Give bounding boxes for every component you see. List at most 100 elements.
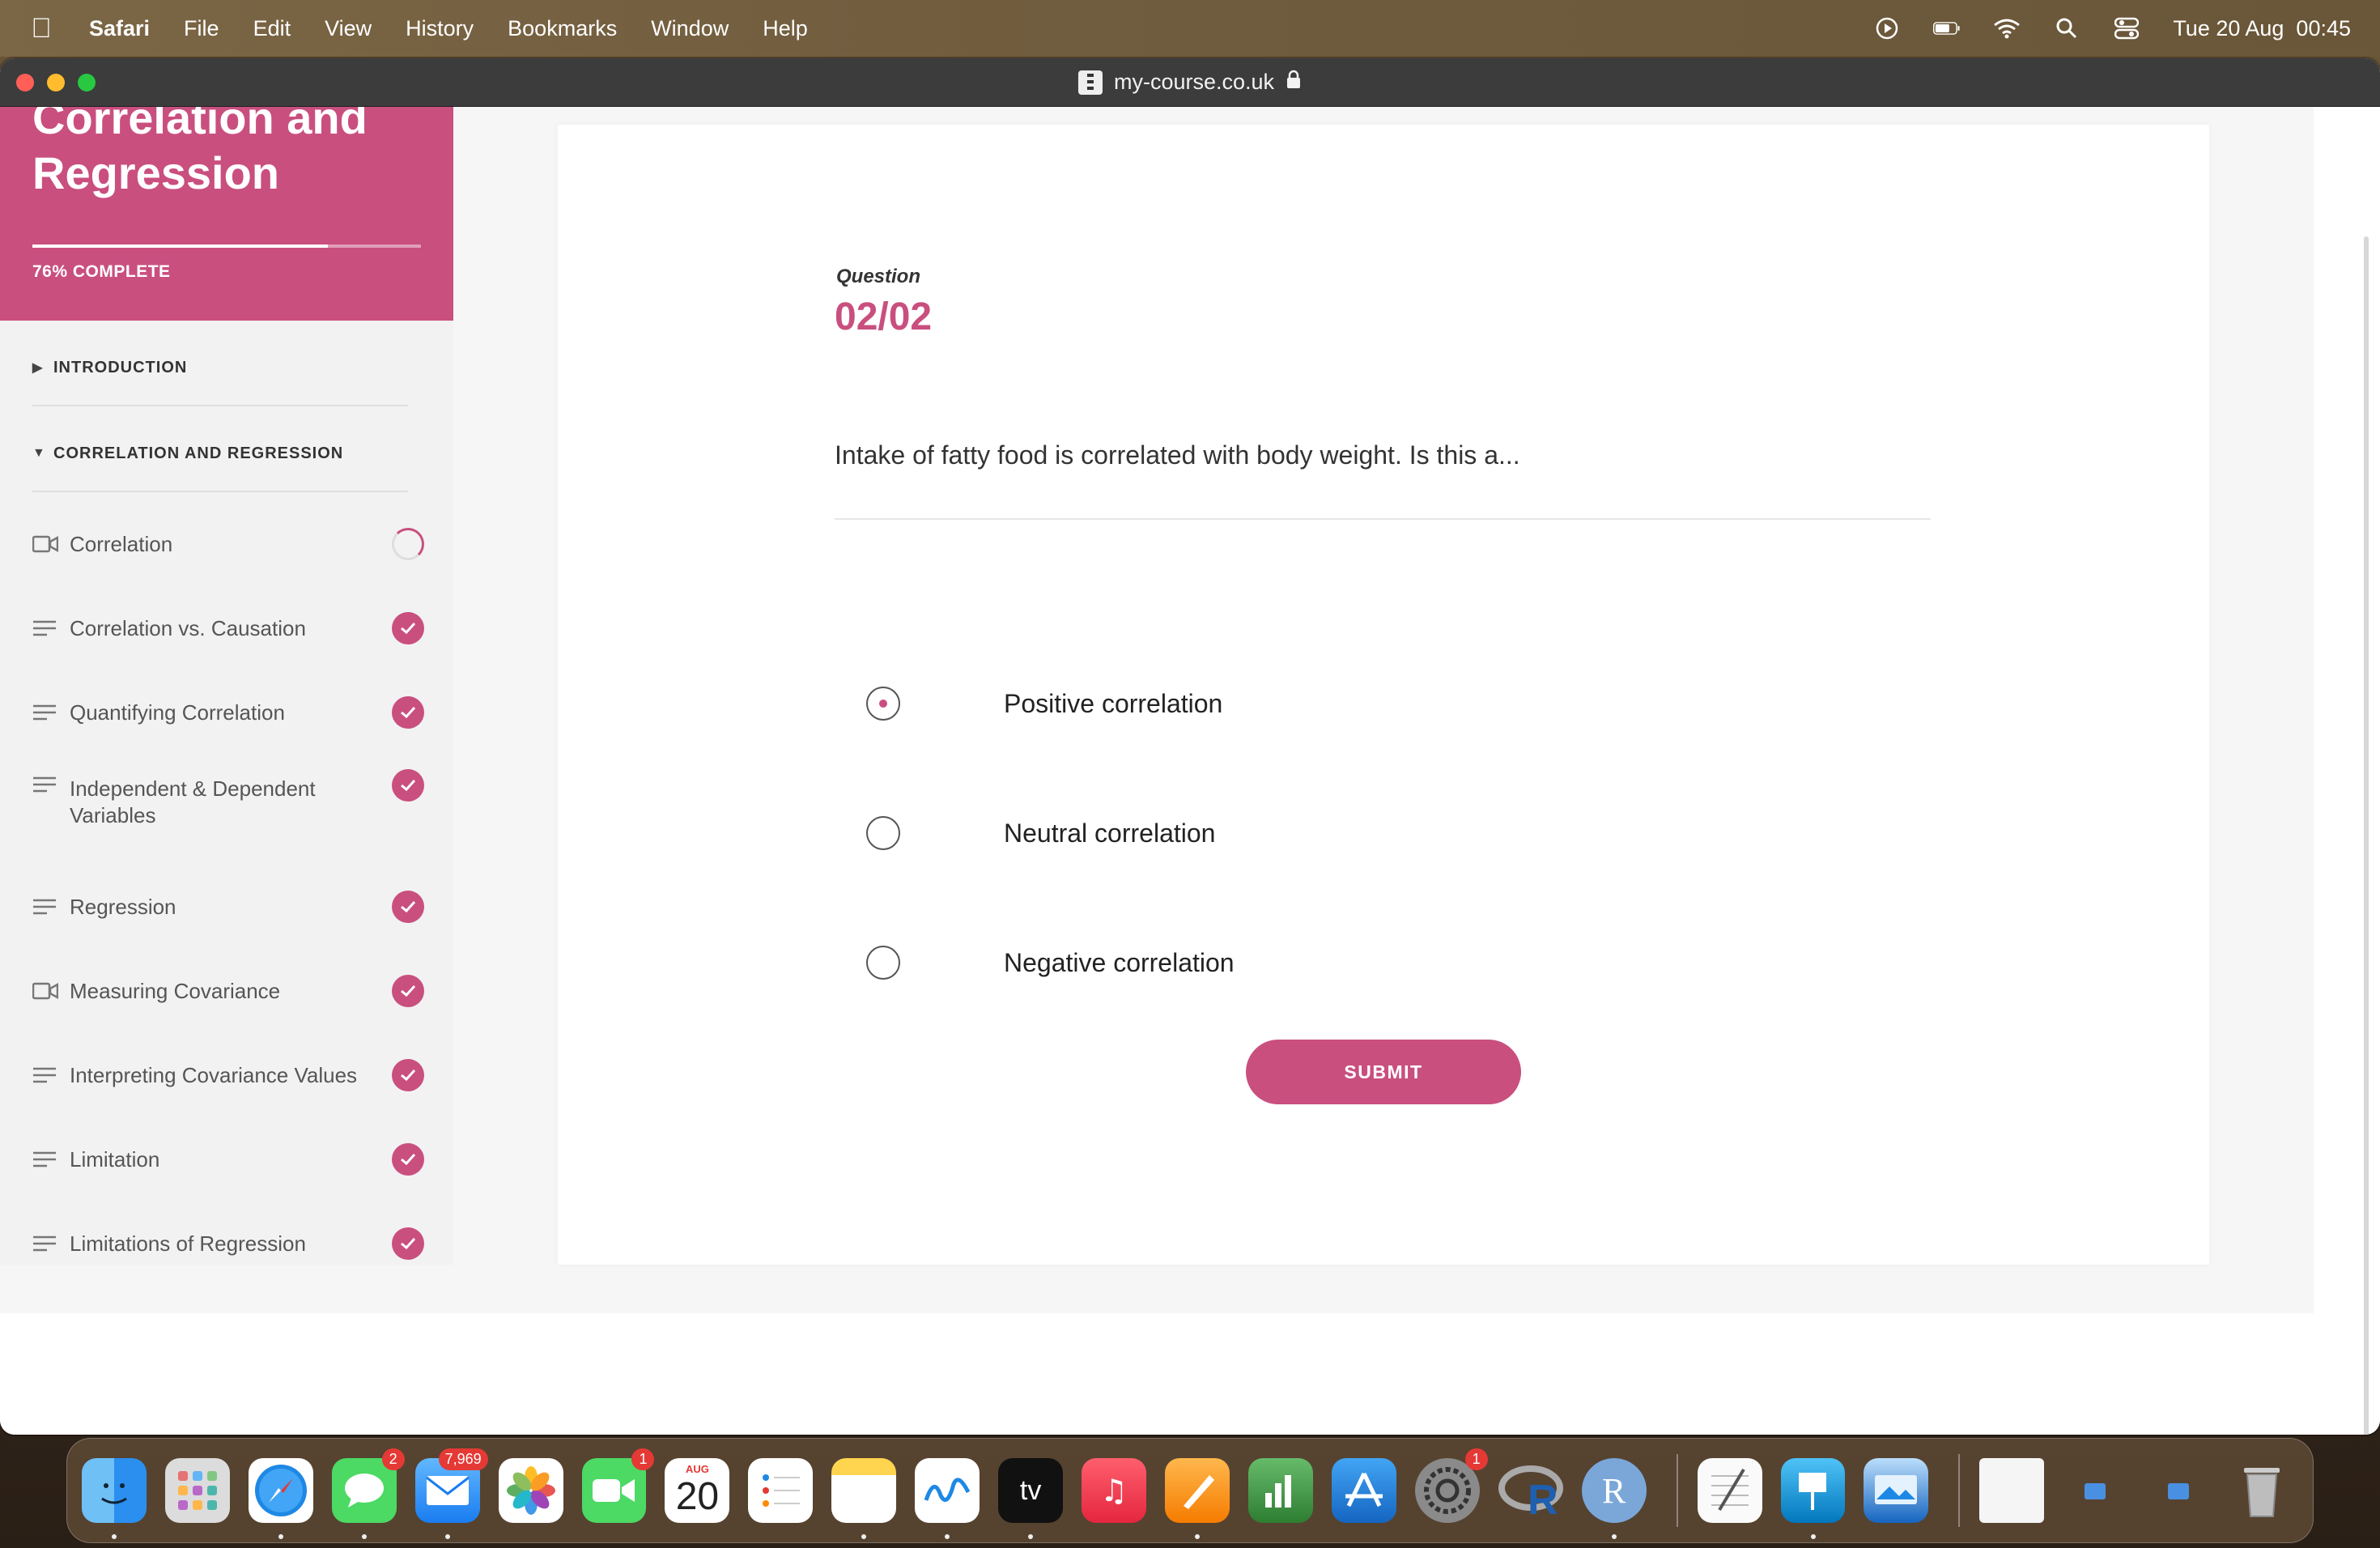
spotlight-search-icon[interactable]	[2053, 16, 2080, 40]
mail-icon[interactable]: 7,969	[414, 1448, 488, 1539]
option-neutral-correlation[interactable]: Neutral correlation	[866, 816, 1215, 850]
close-window-button[interactable]	[16, 73, 34, 91]
section-correlation-and-regression[interactable]: ▼ CORRELATION AND REGRESSION	[32, 406, 408, 492]
menu-edit[interactable]: Edit	[253, 16, 291, 41]
control-center-icon[interactable]	[2113, 16, 2140, 40]
lesson-item[interactable]: Correlation vs. Causation	[0, 586, 453, 670]
title-bar: my-course.co.uk	[0, 58, 2380, 107]
text-lines-icon	[32, 704, 70, 721]
freeform-icon[interactable]	[915, 1458, 980, 1539]
calendar-icon[interactable]: AUG 20	[665, 1458, 730, 1523]
now-playing-icon[interactable]	[1873, 16, 1901, 40]
address-bar[interactable]: my-course.co.uk	[1077, 70, 1302, 95]
running-indicator	[945, 1534, 950, 1539]
photos-icon[interactable]	[498, 1458, 563, 1523]
lesson-item[interactable]: Correlation	[0, 502, 453, 586]
text-lines-icon	[32, 776, 70, 793]
settings-badge: 1	[1464, 1448, 1488, 1470]
document-icon[interactable]	[1979, 1458, 2045, 1523]
minimize-window-button[interactable]	[47, 73, 65, 91]
menu-bookmarks[interactable]: Bookmarks	[508, 16, 617, 41]
section-introduction[interactable]: ▶ INTRODUCTION	[32, 321, 408, 406]
safari-icon[interactable]	[248, 1458, 313, 1539]
apple-icon[interactable]: 	[29, 13, 53, 45]
running-indicator	[1611, 1534, 1617, 1539]
lesson-title: Measuring Covariance	[70, 978, 281, 1003]
course-progress-text: 76% COMPLETE	[32, 262, 171, 281]
numbers-icon[interactable]	[1247, 1458, 1313, 1523]
option-label: Negative correlation	[1004, 947, 1235, 977]
section-label: CORRELATION AND REGRESSION	[53, 444, 344, 462]
r-icon[interactable]: R	[1498, 1458, 1563, 1523]
preview-icon[interactable]	[1864, 1458, 1929, 1523]
dock-separator	[1676, 1454, 1678, 1527]
lesson-list: Correlation Correlation vs. Causation Quan…	[0, 492, 453, 1265]
option-positive-correlation[interactable]: Positive correlation	[866, 687, 1222, 721]
pages-icon[interactable]	[1164, 1458, 1230, 1539]
menu-bar:  Safari File Edit View History Bookmark…	[0, 0, 2380, 57]
music-icon[interactable]: ♫	[1082, 1458, 1146, 1523]
running-indicator	[1810, 1534, 1816, 1539]
lesson-title: Quantifying Correlation	[70, 700, 285, 725]
mail-badge: 7,969	[438, 1448, 488, 1470]
complete-check-icon	[392, 975, 424, 1007]
zoom-window-button[interactable]	[78, 73, 96, 91]
dock-separator	[1958, 1454, 1961, 1527]
text-lines-icon	[32, 898, 70, 916]
menu-clock[interactable]: Tue 20 Aug 00:45	[2173, 16, 2351, 41]
course-title-line2: Regression	[32, 147, 279, 198]
keynote-icon[interactable]	[1780, 1458, 1846, 1539]
lesson-title: Regression	[70, 894, 176, 919]
menu-app-safari[interactable]: Safari	[89, 16, 150, 41]
downloads-folder-icon[interactable]	[2063, 1458, 2127, 1523]
lesson-item[interactable]: Interpreting Covariance Values	[0, 1033, 453, 1117]
app-store-icon[interactable]	[1331, 1458, 1396, 1523]
menu-file[interactable]: File	[184, 16, 219, 41]
trash-icon[interactable]	[2229, 1458, 2294, 1523]
applications-folder-icon[interactable]	[2146, 1458, 2211, 1523]
running-indicator	[1194, 1534, 1200, 1539]
question-divider	[835, 518, 1931, 520]
lesson-item[interactable]: Quantifying Correlation	[0, 670, 453, 755]
lesson-item[interactable]: Regression	[0, 865, 453, 949]
reminders-icon[interactable]	[748, 1458, 814, 1523]
tv-label: tv	[1019, 1474, 1042, 1506]
radio-button[interactable]	[866, 816, 900, 850]
battery-icon[interactable]	[1933, 16, 1961, 40]
lesson-item[interactable]: Limitations of Regression	[0, 1201, 453, 1265]
in-progress-icon	[392, 528, 424, 560]
facetime-icon[interactable]: 1	[581, 1448, 655, 1523]
course-progress-fill	[32, 245, 328, 248]
menu-help[interactable]: Help	[763, 16, 808, 41]
radio-button[interactable]	[866, 946, 900, 980]
option-negative-correlation[interactable]: Negative correlation	[866, 946, 1235, 980]
lesson-title: Correlation	[70, 531, 173, 556]
svg-text:R: R	[1528, 1477, 1558, 1519]
system-settings-icon[interactable]: 1	[1414, 1448, 1488, 1523]
rstudio-icon[interactable]: R	[1581, 1458, 1647, 1539]
wifi-icon[interactable]	[1993, 16, 2021, 40]
url-text[interactable]: my-course.co.uk	[1114, 70, 1274, 95]
lesson-title: Limitation	[70, 1146, 160, 1172]
menu-view[interactable]: View	[325, 16, 372, 41]
lesson-title: Correlation vs. Causation	[70, 615, 306, 640]
running-indicator	[361, 1534, 367, 1539]
notes-icon[interactable]	[831, 1458, 897, 1539]
running-indicator	[444, 1534, 450, 1539]
complete-check-icon	[392, 891, 424, 923]
page-scrollbar[interactable]	[2364, 236, 2369, 1435]
apple-tv-icon[interactable]: tv	[998, 1458, 1064, 1539]
lesson-item[interactable]: Independent & Dependent Variables	[0, 755, 453, 865]
lesson-item[interactable]: Measuring Covariance	[0, 949, 453, 1033]
menu-window[interactable]: Window	[651, 16, 729, 41]
finder-icon[interactable]	[82, 1458, 147, 1539]
menu-history[interactable]: History	[406, 16, 474, 41]
lesson-item[interactable]: Limitation	[0, 1117, 453, 1201]
launchpad-icon[interactable]	[164, 1458, 230, 1523]
submit-button[interactable]: SUBMIT	[1246, 1040, 1521, 1104]
textedit-icon[interactable]	[1697, 1458, 1762, 1523]
caret-down-icon: ▼	[32, 446, 46, 460]
radio-button[interactable]	[866, 687, 900, 721]
running-indicator	[278, 1534, 283, 1539]
messages-icon[interactable]: 2	[331, 1448, 405, 1539]
